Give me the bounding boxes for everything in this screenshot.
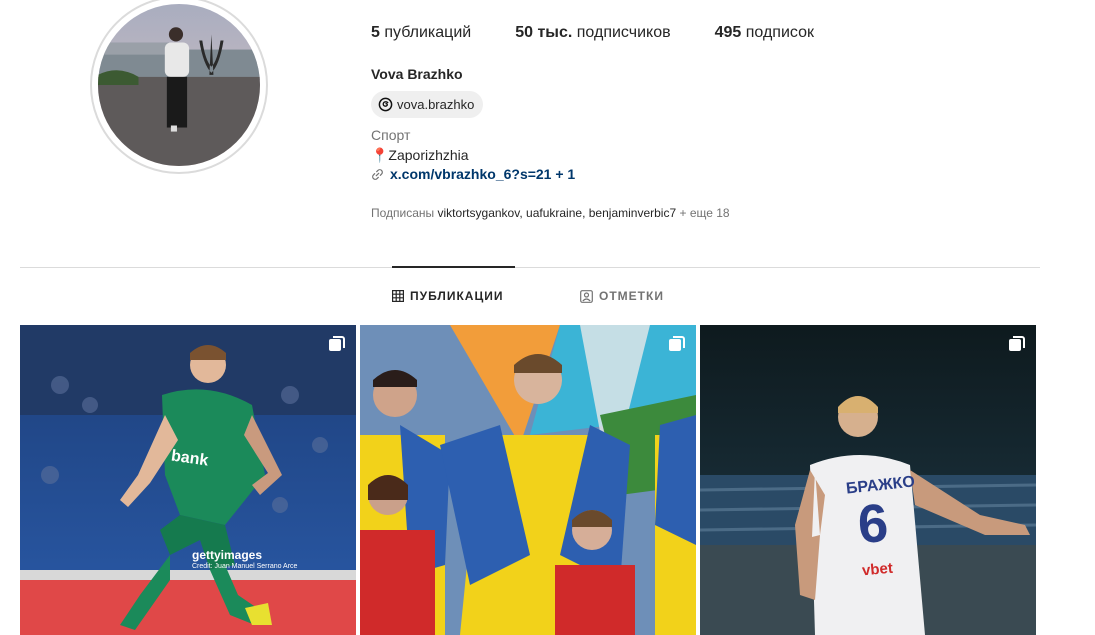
tabs-divider	[20, 267, 1040, 268]
carousel-icon	[1009, 336, 1025, 351]
jersey-sponsor: vbet	[861, 559, 894, 580]
tab-posts-label: ПУБЛИКАЦИИ	[410, 289, 504, 303]
post-image	[20, 325, 356, 635]
following-stat[interactable]: 495 подписок	[715, 24, 814, 42]
posts-count: 5	[371, 24, 380, 41]
tagged-icon	[580, 289, 593, 303]
following-count: 495	[714, 24, 742, 41]
watermark-brand: gettyimages	[192, 548, 263, 562]
followers-label: подписчиков	[576, 24, 671, 41]
tab-tagged-label: ОТМЕТКИ	[599, 289, 664, 303]
followed-by-line[interactable]: Подписаны viktortsygankov, uafukraine, b…	[371, 206, 730, 220]
tab-tagged[interactable]: ОТМЕТКИ	[580, 289, 664, 303]
grid-icon	[392, 290, 404, 302]
profile-avatar-ring[interactable]	[90, 0, 268, 174]
post-thumbnail-1[interactable]: gettyimages Credit: Juan Manuel Serrano …	[20, 325, 356, 635]
threads-handle: vova.brazhko	[397, 97, 475, 112]
profile-stats: 5 публикаций 50 тыс. подписчиков 495 под…	[371, 24, 858, 42]
profile-location: 📍Zaporizhzhia	[371, 147, 469, 163]
profile-link-text: x.com/vbrazhko_6?s=21 + 1	[390, 166, 576, 182]
followed-by-prefix: Подписаны	[371, 206, 435, 220]
follower-name: viktortsygankov	[437, 206, 520, 220]
profile-full-name: Vova Brazhko	[371, 66, 463, 82]
threads-badge[interactable]: vova.brazhko	[371, 91, 484, 118]
post-image	[360, 325, 696, 635]
active-tab-indicator	[392, 266, 515, 268]
threads-icon	[378, 97, 393, 112]
followers-count: 50 тыс.	[515, 24, 573, 41]
posts-label: публикаций	[384, 24, 472, 41]
link-icon	[372, 168, 383, 180]
carousel-icon	[329, 336, 345, 351]
following-label: подписок	[745, 24, 814, 41]
avatar	[98, 4, 260, 166]
posts-stat: 5 публикаций	[371, 24, 471, 42]
profile-link[interactable]: x.com/vbrazhko_6?s=21 + 1	[371, 166, 575, 182]
follower-name: benjaminverbic7	[588, 206, 677, 220]
carousel-icon	[669, 336, 685, 351]
follower-name: uafukraine	[526, 206, 583, 220]
follower-separator: ,	[519, 206, 523, 220]
profile-category: Спорт	[371, 127, 411, 143]
followers-stat[interactable]: 50 тыс. подписчиков	[515, 24, 670, 42]
getty-watermark: gettyimages Credit: Juan Manuel Serrano …	[192, 549, 297, 573]
post-thumbnail-3[interactable]: БРАЖКО 6 vbet	[700, 325, 1036, 635]
follower-separator: ,	[582, 206, 586, 220]
followed-by-more: + еще 18	[679, 206, 730, 220]
tab-posts[interactable]: ПУБЛИКАЦИИ	[392, 289, 503, 303]
watermark-credit: Credit: Juan Manuel Serrano Arce	[192, 563, 298, 570]
jersey-number: 6	[855, 493, 891, 555]
post-thumbnail-2[interactable]	[360, 325, 696, 635]
